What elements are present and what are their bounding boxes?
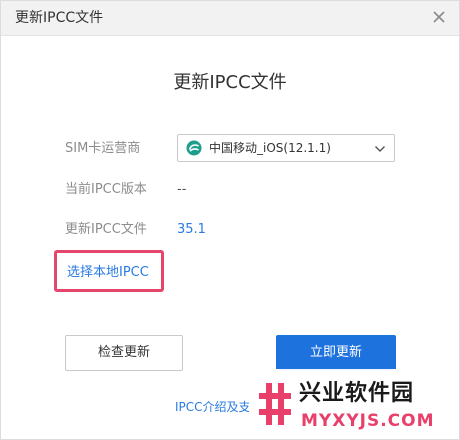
update-now-button[interactable]: 立即更新 — [276, 335, 396, 371]
dialog-heading: 更新IPCC文件 — [173, 72, 287, 93]
watermark-name: 兴业软件园 — [299, 381, 415, 406]
title-bar: 更新IPCC文件 — [1, 1, 459, 36]
ipcc-intro-link[interactable]: IPCC介绍及支 — [175, 399, 251, 415]
carrier-label: SIM卡运营商 — [65, 141, 141, 156]
current-version-value: -- — [177, 182, 187, 197]
chevron-down-icon — [375, 146, 385, 152]
watermark-domain: MYXYJS.COM — [301, 411, 435, 431]
carrier-select[interactable]: 中国移动_iOS(12.1.1) — [177, 134, 395, 162]
update-file-label: 更新IPCC文件 — [65, 222, 147, 237]
check-update-button[interactable]: 检查更新 — [65, 335, 183, 371]
update-file-value: 35.1 — [177, 222, 206, 237]
watermark-overlay: 兴业软件园 MYXYJS.COM — [249, 369, 459, 439]
carrier-select-value: 中国移动_iOS(12.1.1) — [209, 141, 331, 155]
current-version-label: 当前IPCC版本 — [65, 182, 147, 197]
hash-logo-icon — [259, 383, 291, 425]
choose-local-ipcc-link[interactable]: 选择本地IPCC — [67, 264, 149, 282]
ipcc-update-dialog: 更新IPCC文件 更新IPCC文件 SIM卡运营商 中国移动_iOS(12.1.… — [0, 0, 460, 440]
close-icon — [433, 11, 445, 23]
china-mobile-logo-icon — [186, 140, 202, 156]
close-button[interactable] — [429, 7, 449, 27]
window-title: 更新IPCC文件 — [15, 10, 104, 26]
